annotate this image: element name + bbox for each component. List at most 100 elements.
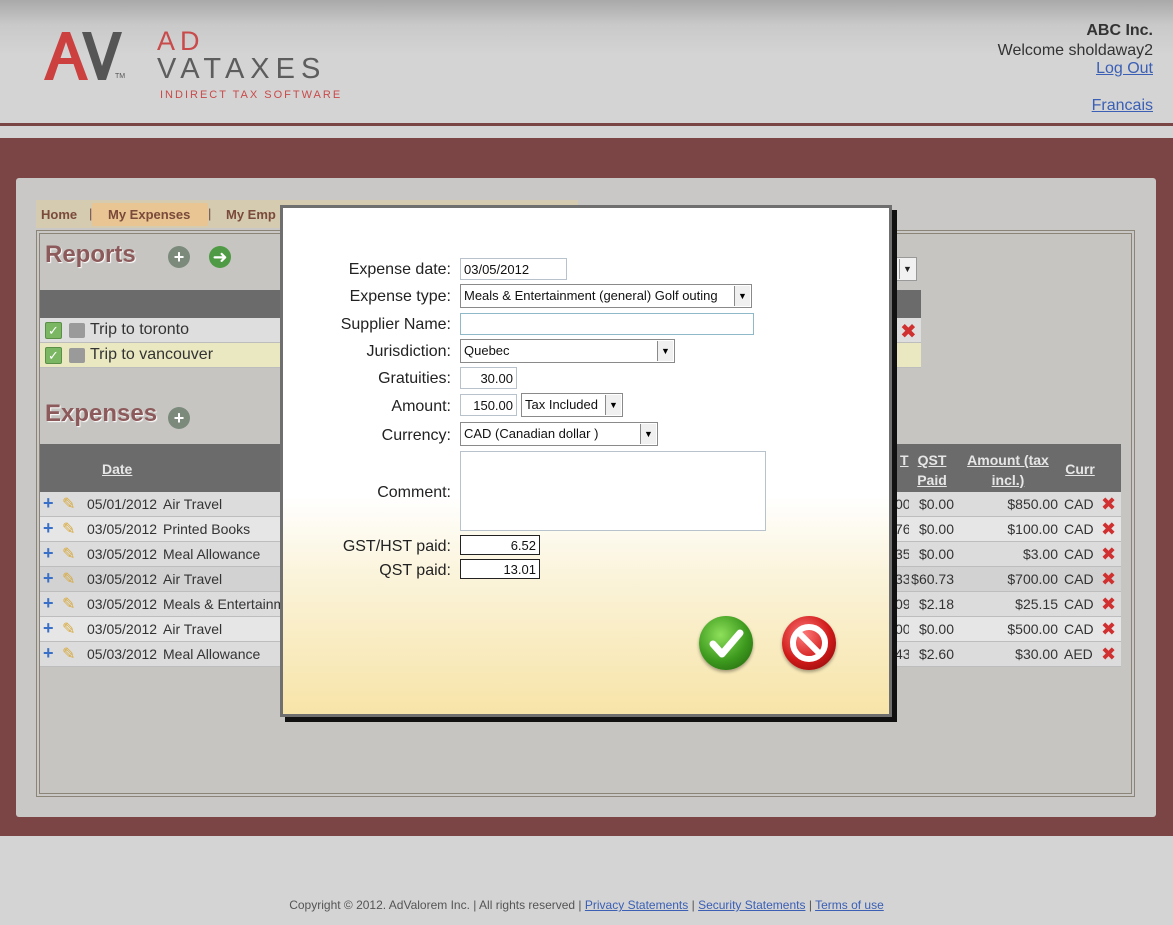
- expense-type: Printed Books: [163, 521, 251, 537]
- security-link[interactable]: Security Statements: [698, 898, 805, 912]
- column-date[interactable]: Date: [102, 459, 132, 479]
- currency-value: CAD (Canadian dollar ): [464, 426, 599, 441]
- expense-qst: $0.00: [918, 496, 954, 512]
- expense-date-field[interactable]: [460, 258, 567, 280]
- column-gst[interactable]: T: [900, 450, 909, 470]
- edit-pencil-icon[interactable]: ✎: [62, 569, 75, 589]
- edit-pencil-icon[interactable]: ✎: [62, 544, 75, 564]
- delete-icon[interactable]: ✖: [1101, 594, 1116, 615]
- column-qst-paid[interactable]: QST Paid: [912, 450, 952, 490]
- expand-plus-icon[interactable]: +: [43, 493, 54, 514]
- delete-icon[interactable]: ✖: [1101, 544, 1116, 565]
- expense-date: 05/03/2012: [87, 646, 158, 662]
- jurisdiction-select[interactable]: Quebec ▼: [460, 339, 675, 363]
- expense-qst: $0.00: [918, 621, 954, 637]
- expand-plus-icon[interactable]: +: [43, 643, 54, 664]
- nav-my-expenses[interactable]: My Expenses: [108, 207, 190, 222]
- expense-type: Air Travel: [163, 496, 223, 512]
- expense-type: Air Travel: [163, 621, 223, 637]
- footer-separator: |: [691, 898, 695, 912]
- expense-type: Air Travel: [163, 571, 223, 587]
- expense-type-value: Meals & Entertainment (general) Golf out…: [464, 288, 718, 303]
- expense-type-select[interactable]: Meals & Entertainment (general) Golf out…: [460, 284, 752, 308]
- gst-hst-paid-field[interactable]: [460, 535, 540, 555]
- edit-expense-dialog: Expense date: Expense type: Meals & Ente…: [280, 205, 892, 717]
- comment-field[interactable]: [460, 451, 766, 531]
- expense-qst: $2.18: [918, 596, 954, 612]
- language-link[interactable]: Francais: [1092, 97, 1153, 115]
- edit-pencil-icon[interactable]: ✎: [62, 619, 75, 639]
- currency-select[interactable]: CAD (Canadian dollar ) ▼: [460, 422, 658, 446]
- expense-gst: 09: [895, 596, 909, 612]
- delete-icon[interactable]: ✖: [1101, 569, 1116, 590]
- delete-icon[interactable]: ✖: [900, 319, 917, 344]
- dropdown-arrow-icon: ▼: [657, 341, 673, 361]
- brand-tagline: INDIRECT TAX SOFTWARE: [160, 89, 343, 101]
- expense-gst: 00: [895, 496, 909, 512]
- expense-type: Meals & Entertainm: [163, 596, 286, 612]
- qst-paid-field[interactable]: [460, 559, 540, 579]
- expense-qst: $0.00: [918, 521, 954, 537]
- terms-link[interactable]: Terms of use: [815, 898, 884, 912]
- nav-my-employees[interactable]: My Emp: [226, 207, 276, 222]
- edit-pencil-icon[interactable]: ✎: [62, 494, 75, 514]
- expand-plus-icon[interactable]: +: [43, 593, 54, 614]
- expense-currency: CAD: [1064, 496, 1094, 512]
- expand-plus-icon[interactable]: +: [43, 568, 54, 589]
- save-button[interactable]: [699, 616, 753, 670]
- expense-type: Meal Allowance: [163, 646, 261, 662]
- expense-qst: $2.60: [918, 646, 954, 662]
- gratuities-field[interactable]: [460, 367, 517, 389]
- delete-icon[interactable]: ✖: [1101, 519, 1116, 540]
- nav-home[interactable]: Home: [41, 207, 77, 222]
- logout-link[interactable]: Log Out: [1096, 60, 1153, 78]
- expense-amount: $850.00: [1007, 496, 1058, 512]
- add-expense-button[interactable]: +: [168, 407, 190, 429]
- delete-icon[interactable]: ✖: [1101, 619, 1116, 640]
- expand-plus-icon[interactable]: +: [43, 543, 54, 564]
- brand-top-text: AD: [157, 26, 205, 56]
- expense-gst: 00: [895, 621, 909, 637]
- print-icon[interactable]: [69, 323, 85, 338]
- print-icon[interactable]: [69, 348, 85, 363]
- tax-mode-value: Tax Included: [525, 397, 598, 412]
- welcome-text: Welcome sholdaway2: [997, 42, 1153, 59]
- expand-plus-icon[interactable]: +: [43, 618, 54, 639]
- approve-check-icon[interactable]: ✓: [45, 322, 62, 339]
- go-report-button[interactable]: ➜: [209, 246, 231, 268]
- supplier-name-field[interactable]: [460, 313, 754, 335]
- privacy-link[interactable]: Privacy Statements: [585, 898, 688, 912]
- edit-pencil-icon[interactable]: ✎: [62, 644, 75, 664]
- expenses-title: Expenses: [45, 400, 158, 427]
- header-divider: [0, 123, 1173, 126]
- column-amount[interactable]: Amount (tax incl.): [956, 450, 1060, 490]
- delete-icon[interactable]: ✖: [1101, 644, 1116, 665]
- footer-separator: |: [808, 898, 812, 912]
- expense-date: 03/05/2012: [87, 571, 158, 587]
- tax-mode-select[interactable]: Tax Included ▼: [521, 393, 623, 417]
- expense-date: 05/01/2012: [87, 496, 158, 512]
- approve-check-icon[interactable]: ✓: [45, 347, 62, 364]
- expense-qst: $0.00: [918, 546, 954, 562]
- brand-main-text: VATAXES: [157, 53, 327, 85]
- edit-pencil-icon[interactable]: ✎: [62, 519, 75, 539]
- expense-date: 03/05/2012: [87, 596, 158, 612]
- gst-hst-paid-label: GST/HST paid:: [342, 538, 451, 555]
- column-currency[interactable]: Curr: [1062, 459, 1098, 479]
- add-report-button[interactable]: +: [168, 246, 190, 268]
- expense-type: Meal Allowance: [163, 546, 261, 562]
- amount-field[interactable]: [460, 394, 517, 416]
- delete-icon[interactable]: ✖: [1101, 494, 1116, 515]
- company-name: ABC Inc.: [1086, 22, 1153, 39]
- report-name: Trip to vancouver: [90, 346, 214, 363]
- expense-date: 03/05/2012: [87, 546, 158, 562]
- expense-date: 03/05/2012: [87, 521, 158, 537]
- app-header: TM AD VATAXES INDIRECT TAX SOFTWARE ABC …: [0, 0, 1173, 138]
- cancel-button[interactable]: [782, 616, 836, 670]
- expense-date: 03/05/2012: [87, 621, 158, 637]
- expense-amount: $500.00: [1007, 621, 1058, 637]
- expense-currency: CAD: [1064, 546, 1094, 562]
- gratuities-label: Gratuities:: [378, 370, 451, 387]
- edit-pencil-icon[interactable]: ✎: [62, 594, 75, 614]
- expand-plus-icon[interactable]: +: [43, 518, 54, 539]
